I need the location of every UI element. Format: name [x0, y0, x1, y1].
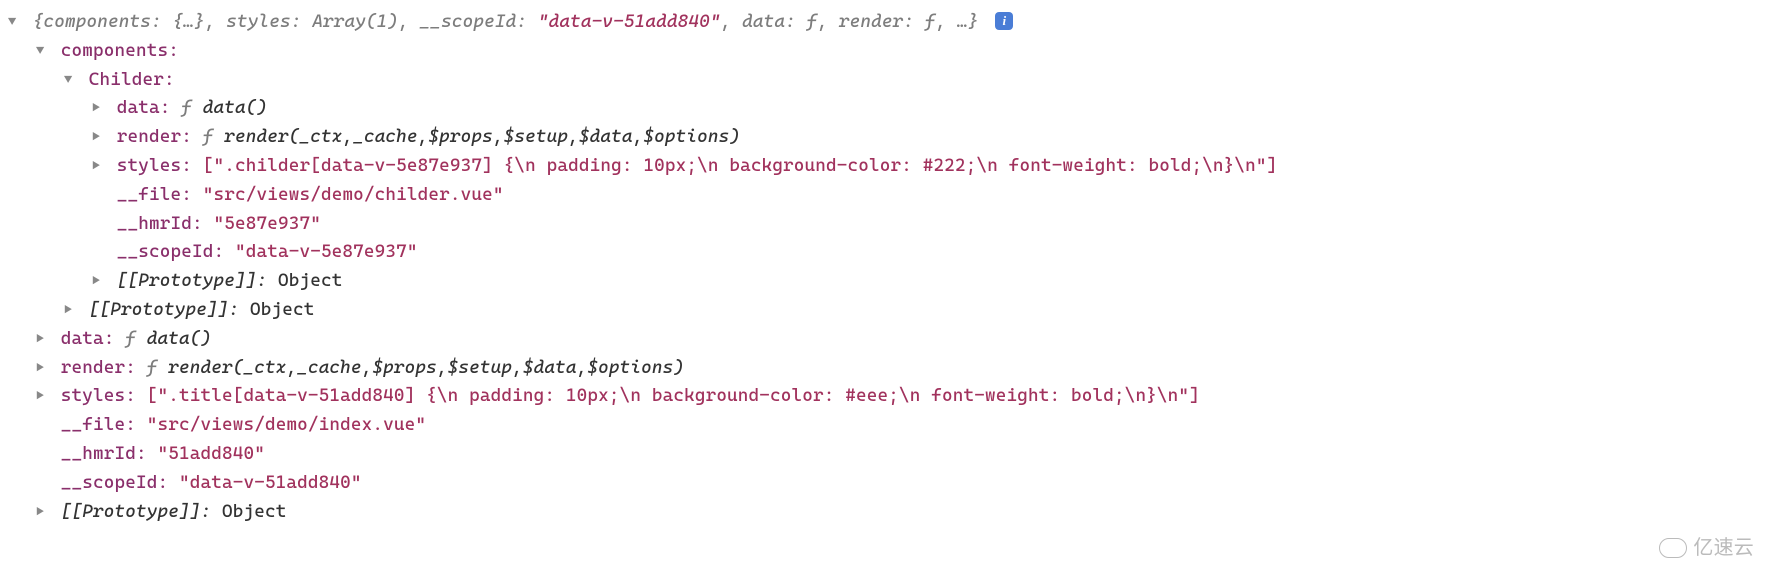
collapse-arrow-icon[interactable]: ▶ [36, 328, 50, 350]
prop-row-childer-scopeid[interactable]: __scopeId: "data-v-5e87e937" [4, 238, 1764, 267]
prop-row-data[interactable]: ▶ data: f data() [4, 325, 1764, 354]
prop-row-childer-data[interactable]: ▶ data: f data() [4, 94, 1764, 123]
watermark: 亿速云 [1659, 532, 1754, 564]
expand-arrow-icon[interactable]: ▼ [64, 69, 78, 91]
prop-key: render: [61, 357, 136, 378]
prop-row-childer-file[interactable]: __file: "src/views/demo/childer.vue" [4, 181, 1764, 210]
prop-value: "data-v-51add840" [168, 472, 361, 493]
prop-key: Childer: [89, 69, 175, 90]
prop-key: [[Prototype]]: [89, 299, 239, 320]
collapse-arrow-icon[interactable]: ▶ [64, 299, 78, 321]
function-signature: render(_ctx,_cache,$props,$setup,$data,$… [224, 126, 740, 147]
prop-value: Object [267, 270, 342, 291]
collapse-arrow-icon[interactable]: ▶ [36, 357, 50, 379]
prop-row-childer-hmrid[interactable]: __hmrId: "5e87e937" [4, 210, 1764, 239]
collapse-arrow-icon[interactable]: ▶ [36, 385, 50, 407]
prop-key: [[Prototype]]: [61, 501, 211, 522]
prop-row-prototype[interactable]: ▶ [[Prototype]]: Object [4, 498, 1764, 527]
summary-key-scopeid: __scopeId [420, 11, 517, 32]
prop-row-file[interactable]: __file: "src/views/demo/index.vue" [4, 411, 1764, 440]
expand-arrow-icon[interactable]: ▼ [36, 40, 50, 62]
prop-row-components[interactable]: ▼ components: [4, 37, 1764, 66]
collapse-arrow-icon[interactable]: ▶ [92, 270, 106, 292]
prop-row-childer-render[interactable]: ▶ render: f render(_ctx,_cache,$props,$s… [4, 123, 1764, 152]
collapse-arrow-icon[interactable]: ▶ [36, 501, 50, 523]
summary-key-styles: styles [226, 11, 290, 32]
watermark-text: 亿速云 [1693, 532, 1754, 564]
prop-key: __hmrId: [61, 443, 147, 464]
cloud-icon [1659, 538, 1687, 558]
prop-row-render[interactable]: ▶ render: f render(_ctx,_cache,$props,$s… [4, 354, 1764, 383]
prop-value: "src/views/demo/index.vue" [136, 414, 426, 435]
function-signature: data() [147, 328, 211, 349]
prop-row-hmrid[interactable]: __hmrId: "51add840" [4, 440, 1764, 469]
collapse-arrow-icon[interactable]: ▶ [92, 155, 106, 177]
prop-row-childer-styles[interactable]: ▶ styles: [".childer[data-v-5e87e937] {\… [4, 152, 1764, 181]
summary-val-components: {…} [172, 11, 204, 32]
summary-key-components: components [44, 11, 151, 32]
prop-key: __scopeId: [61, 472, 168, 493]
prop-value: Object [211, 501, 286, 522]
prop-value: [".childer[data-v-5e87e937] {\n padding:… [192, 155, 1277, 176]
summary-val-render: f [925, 11, 936, 32]
brace-open: { [33, 11, 44, 32]
prop-key: data: [61, 328, 115, 349]
prop-key: __file: [61, 414, 136, 435]
function-keyword: f [125, 328, 147, 349]
prop-key: data: [117, 97, 171, 118]
object-summary-row[interactable]: ▼ {components: {…}, styles: Array(1), __… [4, 8, 1764, 37]
prop-row-childer-prototype[interactable]: ▶ [[Prototype]]: Object [4, 267, 1764, 296]
summary-key-render: render [839, 11, 903, 32]
prop-row-scopeid[interactable]: __scopeId: "data-v-51add840" [4, 469, 1764, 498]
prop-key: components: [61, 40, 179, 61]
prop-key: __file: [117, 184, 192, 205]
collapse-arrow-icon[interactable]: ▶ [92, 97, 106, 119]
prop-key: styles: [61, 385, 136, 406]
prop-value: "51add840" [147, 443, 265, 464]
collapse-arrow-icon[interactable]: ▶ [92, 126, 106, 148]
prop-value: "src/views/demo/childer.vue" [192, 184, 504, 205]
summary-key-data: data [742, 11, 785, 32]
prop-row-childer[interactable]: ▼ Childer: [4, 66, 1764, 95]
prop-key: render: [117, 126, 192, 147]
info-icon[interactable]: i [995, 12, 1013, 30]
summary-val-styles: Array(1) [312, 11, 398, 32]
prop-row-components-prototype[interactable]: ▶ [[Prototype]]: Object [4, 296, 1764, 325]
prop-key: __hmrId: [117, 213, 203, 234]
summary-suffix: , …} [936, 11, 979, 32]
prop-key: styles: [117, 155, 192, 176]
summary-val-scopeid: "data-v-51add840" [538, 11, 721, 32]
function-signature: render(_ctx,_cache,$props,$setup,$data,$… [168, 357, 684, 378]
function-signature: data() [203, 97, 267, 118]
function-keyword: f [203, 126, 225, 147]
expand-arrow-icon[interactable]: ▼ [8, 11, 22, 33]
function-keyword: f [181, 97, 203, 118]
prop-value: "5e87e937" [203, 213, 321, 234]
prop-key: __scopeId: [117, 241, 224, 262]
summary-val-data: f [807, 11, 818, 32]
prop-value: [".title[data-v-51add840] {\n padding: 1… [136, 385, 1200, 406]
prop-key: [[Prototype]]: [117, 270, 267, 291]
function-keyword: f [147, 357, 169, 378]
prop-value: "data-v-5e87e937" [224, 241, 417, 262]
prop-value: Object [239, 299, 314, 320]
prop-row-styles[interactable]: ▶ styles: [".title[data-v-51add840] {\n … [4, 382, 1764, 411]
